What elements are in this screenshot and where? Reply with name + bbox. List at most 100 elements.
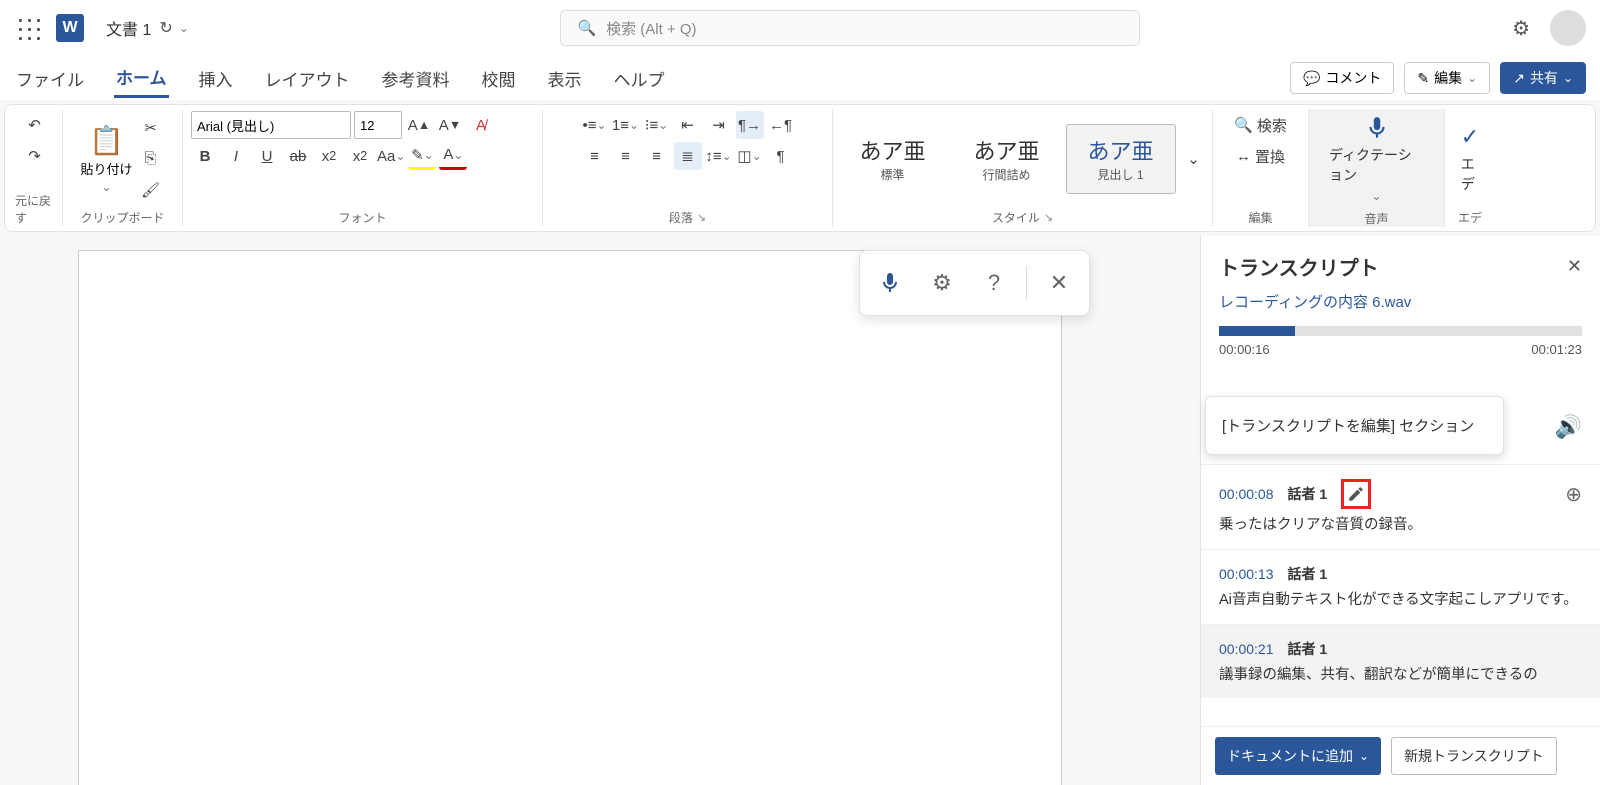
dictation-help-button[interactable]: ? — [970, 259, 1018, 307]
justify-button[interactable]: ≣ — [674, 142, 702, 170]
rtl-button[interactable]: ←¶ — [767, 111, 795, 139]
superscript-button[interactable]: x2 — [346, 142, 374, 170]
total-time: 00:01:23 — [1531, 342, 1582, 357]
add-segment-button[interactable]: ⊕ — [1565, 482, 1582, 507]
settings-icon[interactable]: ⚙ — [1512, 16, 1530, 41]
divider — [1026, 266, 1027, 300]
tab-review[interactable]: 校閲 — [480, 60, 518, 97]
undo-group-label: 元に戻す — [15, 189, 54, 227]
transcript-segment[interactable]: 00:00:08 話者 1 ⊕ 乗ったはクリアな音質の録音。 — [1201, 464, 1600, 549]
document-page[interactable] — [78, 250, 1062, 785]
clipboard-group-label: クリップボード — [80, 206, 164, 227]
italic-button[interactable]: I — [222, 142, 250, 170]
replace-button[interactable]: ↔置換 — [1236, 142, 1285, 170]
tab-references[interactable]: 参考資料 — [380, 60, 452, 97]
numbering-button[interactable]: 1≡⌄ — [612, 111, 640, 139]
avatar[interactable] — [1550, 10, 1586, 46]
progress-fill — [1219, 326, 1295, 336]
document-name[interactable]: 文書 1 — [106, 16, 151, 40]
find-button[interactable]: 🔍検索 — [1234, 111, 1287, 139]
word-icon: W — [56, 14, 84, 42]
style-normal[interactable]: あア亜標準 — [838, 124, 948, 194]
transcript-segment[interactable]: 00:00:21 話者 1 議事録の編集、共有、翻訳などが簡単にできるの — [1201, 624, 1600, 699]
dictation-settings-button[interactable]: ⚙ — [918, 259, 966, 307]
edit-tooltip: [トランスクリプトを編集] セクション — [1205, 396, 1504, 455]
paste-button[interactable]: 📋 貼り付け ⌄ — [80, 124, 132, 194]
show-marks-button[interactable]: ¶ — [767, 142, 795, 170]
edit-segment-button[interactable] — [1341, 479, 1371, 509]
share-button[interactable]: ↗共有⌄ — [1500, 62, 1586, 94]
new-transcript-button[interactable]: 新規トランスクリプト — [1391, 737, 1557, 775]
editing-button[interactable]: ✎編集⌄ — [1404, 62, 1490, 94]
decrease-indent-button[interactable]: ⇤ — [674, 111, 702, 139]
strikethrough-button[interactable]: ab — [284, 142, 312, 170]
font-size-select[interactable] — [354, 111, 402, 139]
redo-button[interactable]: ↷ — [21, 142, 49, 170]
shrink-font-button[interactable]: A▼ — [436, 111, 464, 139]
cut-button[interactable]: ✂ — [137, 114, 165, 142]
paragraph-launcher-icon[interactable]: ↘ — [697, 211, 706, 224]
current-time: 00:00:16 — [1219, 342, 1270, 357]
transcript-title: トランスクリプト — [1219, 252, 1379, 281]
tab-view[interactable]: 表示 — [546, 60, 584, 97]
tab-layout[interactable]: レイアウト — [263, 60, 352, 97]
chevron-down-icon: ⌄ — [1467, 71, 1477, 85]
grow-font-button[interactable]: A▲ — [405, 111, 433, 139]
segment-time[interactable]: 00:00:08 — [1219, 486, 1274, 502]
editor-group-label: エデ — [1458, 206, 1482, 227]
subscript-button[interactable]: x2 — [315, 142, 343, 170]
segment-text: 議事録の編集、共有、翻訳などが簡単にできるの — [1219, 665, 1582, 687]
segment-time[interactable]: 00:00:21 — [1219, 641, 1274, 657]
multilevel-button[interactable]: ⁝≡⌄ — [643, 111, 671, 139]
app-launcher-icon[interactable] — [14, 14, 42, 42]
editor-button[interactable]: ✓ エデ — [1449, 120, 1491, 198]
add-to-document-button[interactable]: ドキュメントに追加⌄ — [1215, 737, 1381, 775]
tab-insert[interactable]: 挿入 — [197, 60, 235, 97]
align-center-button[interactable]: ≡ — [612, 142, 640, 170]
transcript-segment[interactable]: 00:00:13 話者 1 Ai音声自動テキスト化ができる文字起こしアプリです。 — [1201, 549, 1600, 624]
styles-launcher-icon[interactable]: ↘ — [1044, 211, 1053, 224]
format-painter-button[interactable]: 🖌 — [137, 176, 165, 204]
style-heading1[interactable]: あア亜見出し 1 — [1066, 124, 1176, 194]
bold-button[interactable]: B — [191, 142, 219, 170]
volume-icon[interactable]: 🔊 — [1555, 414, 1582, 440]
voice-group-label: 音声 — [1364, 207, 1388, 228]
doc-dropdown-icon[interactable]: ⌄ — [179, 21, 189, 35]
comments-button[interactable]: 💬コメント — [1290, 62, 1394, 94]
tab-file[interactable]: ファイル — [14, 60, 86, 97]
highlight-button[interactable]: ✎⌄ — [408, 142, 436, 170]
ltr-button[interactable]: ¶→ — [736, 111, 764, 139]
style-no-spacing[interactable]: あア亜行間詰め — [952, 124, 1062, 194]
underline-button[interactable]: U — [253, 142, 281, 170]
styles-more-button[interactable]: ⌄ — [1180, 124, 1208, 194]
font-color-button[interactable]: A⌄ — [439, 142, 467, 170]
sync-icon[interactable]: ↻ — [159, 18, 172, 38]
clear-format-button[interactable]: A̸ — [467, 111, 495, 139]
dictation-toolbar: ⚙ ? ✕ — [859, 250, 1090, 316]
segment-speaker: 話者 1 — [1288, 484, 1328, 504]
segment-speaker: 話者 1 — [1288, 564, 1328, 584]
dictation-close-button[interactable]: ✕ — [1035, 259, 1083, 307]
segment-time[interactable]: 00:00:13 — [1219, 566, 1274, 582]
transcript-close-button[interactable]: ✕ — [1567, 256, 1582, 277]
undo-button[interactable]: ↶ — [21, 111, 49, 139]
segment-text: 乗ったはクリアな音質の録音。 — [1219, 515, 1582, 537]
dictation-mic-button[interactable] — [866, 259, 914, 307]
increase-indent-button[interactable]: ⇥ — [705, 111, 733, 139]
pencil-icon: ✎ — [1417, 70, 1429, 87]
font-name-select[interactable] — [191, 111, 351, 139]
search-input[interactable]: 🔍 検索 (Alt + Q) — [560, 10, 1140, 46]
recording-file-link[interactable]: レコーディングの内容 6.wav — [1201, 289, 1600, 326]
bullets-button[interactable]: •≡⌄ — [581, 111, 609, 139]
tab-help[interactable]: ヘルプ — [612, 60, 667, 97]
change-case-button[interactable]: Aa⌄ — [377, 142, 405, 170]
tab-home[interactable]: ホーム — [114, 58, 169, 98]
align-right-button[interactable]: ≡ — [643, 142, 671, 170]
copy-button[interactable]: ⎘ — [137, 145, 165, 173]
playback-progress[interactable] — [1219, 326, 1582, 336]
align-left-button[interactable]: ≡ — [581, 142, 609, 170]
dictation-button[interactable]: ディクテーション ⌄ — [1317, 111, 1436, 207]
shading-button[interactable]: ◫⌄ — [736, 142, 764, 170]
paragraph-group-label: 段落 — [669, 209, 693, 226]
line-spacing-button[interactable]: ↕≡⌄ — [705, 142, 733, 170]
